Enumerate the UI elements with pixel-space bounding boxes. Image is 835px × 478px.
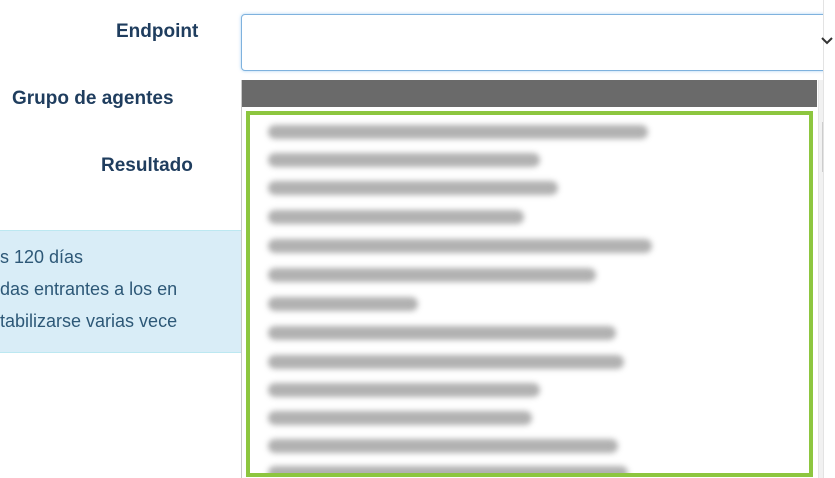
list-item[interactable] <box>268 411 532 425</box>
endpoint-label: Endpoint <box>116 21 199 42</box>
list-item[interactable] <box>268 153 540 167</box>
scroll-up-arrow-icon[interactable] <box>823 90 824 96</box>
agent-group-label: Grupo de agentes <box>12 88 174 109</box>
list-item[interactable] <box>268 181 558 195</box>
list-item[interactable] <box>268 466 628 473</box>
info-line-counted: tabilizarse varias vece <box>0 311 178 331</box>
chevron-down-icon[interactable] <box>820 34 834 48</box>
list-item[interactable] <box>268 125 648 139</box>
list-item[interactable] <box>268 239 652 253</box>
result-label: Resultado <box>101 155 193 176</box>
list-item[interactable] <box>268 268 596 282</box>
list-item[interactable] <box>268 210 524 224</box>
dropdown-scrollbar[interactable] <box>818 80 824 478</box>
info-line-days: s 120 días <box>0 247 84 267</box>
page-frame: Endpoint Grupo de agentes Resultado s 12… <box>0 0 824 478</box>
list-item[interactable] <box>268 439 618 453</box>
info-line-incoming: das entrantes a los en <box>0 279 178 299</box>
agent-group-dropdown[interactable] <box>241 80 824 478</box>
dropdown-search-bar[interactable] <box>242 80 817 107</box>
list-item[interactable] <box>268 297 418 311</box>
list-item[interactable] <box>268 383 540 397</box>
list-item[interactable] <box>268 326 616 340</box>
info-panel: s 120 días das entrantes a los en tabili… <box>0 230 250 353</box>
list-item[interactable] <box>268 355 624 369</box>
scroll-thumb[interactable] <box>822 122 823 172</box>
dropdown-options-list[interactable] <box>246 111 813 477</box>
endpoint-select[interactable] <box>241 14 823 71</box>
